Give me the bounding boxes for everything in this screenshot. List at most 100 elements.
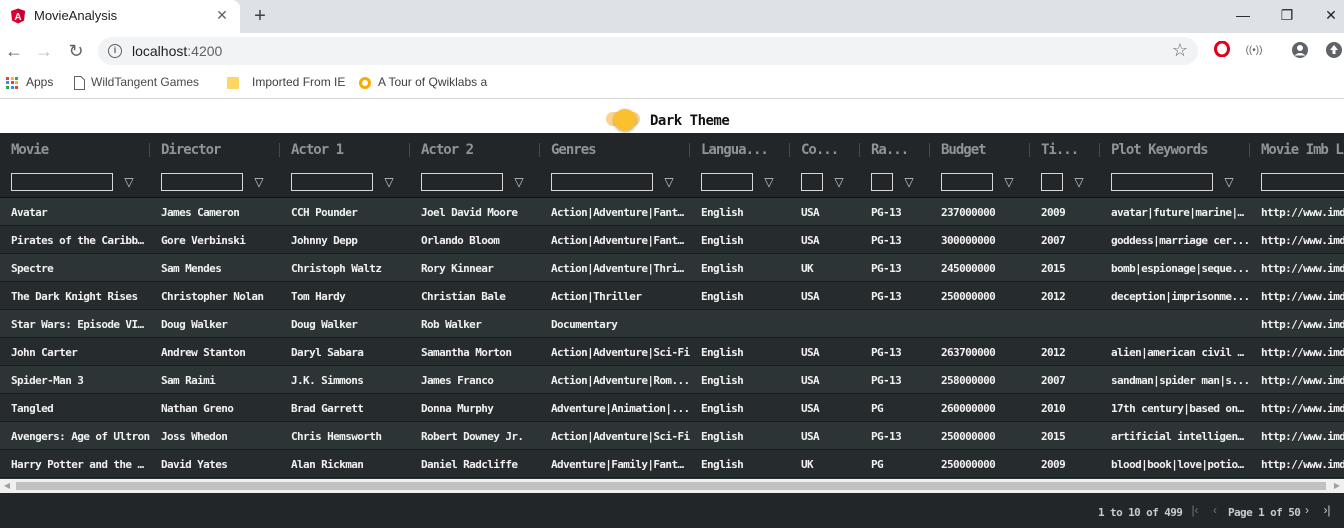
table-cell-genres[interactable]: Action|Adventure|Sci-Fi xyxy=(540,422,690,450)
table-cell-movie-imb-li[interactable]: http://www.imd xyxy=(1250,366,1344,394)
filter-icon[interactable]: ▽ xyxy=(512,173,526,191)
table-cell-langua[interactable]: English xyxy=(690,366,790,394)
column-resize-handle[interactable] xyxy=(929,143,930,157)
forward-button[interactable]: → xyxy=(32,39,56,63)
scrollbar-thumb[interactable] xyxy=(16,482,1326,490)
table-cell-genres[interactable]: Adventure|Animation|... xyxy=(540,394,690,422)
column-header-budget[interactable]: Budget xyxy=(930,133,1030,166)
column-header-langua[interactable]: Langua... xyxy=(690,133,790,166)
table-cell-langua[interactable]: English xyxy=(690,198,790,226)
table-cell-ti[interactable] xyxy=(1030,310,1100,338)
table-cell-director[interactable]: Christopher Nolan xyxy=(150,282,280,310)
table-cell-actor-1[interactable]: Alan Rickman xyxy=(280,450,410,478)
column-header-ra[interactable]: Ra... xyxy=(860,133,930,166)
table-cell-actor-2[interactable]: Christian Bale xyxy=(410,282,540,310)
table-cell-director[interactable]: Andrew Stanton xyxy=(150,338,280,366)
filter-icon[interactable]: ▽ xyxy=(1072,173,1086,191)
bookmark-star-icon[interactable]: ☆ xyxy=(1172,40,1188,61)
table-cell-budget[interactable]: 237000000 xyxy=(930,198,1030,226)
table-cell-ra[interactable]: PG xyxy=(860,394,930,422)
column-header-plot-keywords[interactable]: Plot Keywords xyxy=(1100,133,1250,166)
table-cell-movie-imb-li[interactable]: http://www.imd xyxy=(1250,394,1344,422)
table-cell-ra[interactable]: PG xyxy=(860,450,930,478)
filter-input[interactable] xyxy=(161,173,243,191)
table-cell-director[interactable]: Gore Verbinski xyxy=(150,226,280,254)
horizontal-scrollbar[interactable]: ◀ ▶ xyxy=(0,479,1344,493)
table-cell-movie-imb-li[interactable]: http://www.imd xyxy=(1250,282,1344,310)
table-cell-ra[interactable]: PG-13 xyxy=(860,422,930,450)
table-cell-movie-imb-li[interactable]: http://www.imd xyxy=(1250,450,1344,478)
column-header-co[interactable]: Co... xyxy=(790,133,860,166)
column-header-actor-2[interactable]: Actor 2 xyxy=(410,133,540,166)
table-cell-director[interactable]: James Cameron xyxy=(150,198,280,226)
table-cell-movie[interactable]: Avengers: Age of Ultron xyxy=(0,422,150,450)
table-cell-plot-keywords[interactable]: avatar|future|marine|... xyxy=(1100,198,1250,226)
table-cell-actor-2[interactable]: Donna Murphy xyxy=(410,394,540,422)
table-cell-plot-keywords[interactable]: deception|imprisonme... xyxy=(1100,282,1250,310)
filter-icon[interactable]: ▽ xyxy=(122,173,136,191)
table-cell-genres[interactable]: Action|Adventure|Fant... xyxy=(540,226,690,254)
table-cell-ti[interactable]: 2010 xyxy=(1030,394,1100,422)
table-cell-ti[interactable]: 2009 xyxy=(1030,198,1100,226)
table-cell-ra[interactable]: PG-13 xyxy=(860,254,930,282)
table-cell-co[interactable]: USA xyxy=(790,282,860,310)
table-cell-actor-1[interactable]: Doug Walker xyxy=(280,310,410,338)
column-resize-handle[interactable] xyxy=(279,143,280,157)
table-cell-plot-keywords[interactable]: 17th century|based on... xyxy=(1100,394,1250,422)
table-cell-movie-imb-li[interactable]: http://www.imd xyxy=(1250,198,1344,226)
column-resize-handle[interactable] xyxy=(149,143,150,157)
column-header-genres[interactable]: Genres xyxy=(540,133,690,166)
table-cell-ra[interactable]: PG-13 xyxy=(860,338,930,366)
update-icon[interactable] xyxy=(1324,41,1344,61)
table-cell-genres[interactable]: Action|Thriller xyxy=(540,282,690,310)
filter-icon[interactable]: ▽ xyxy=(662,173,676,191)
table-cell-plot-keywords[interactable]: goddess|marriage cer... xyxy=(1100,226,1250,254)
close-tab-icon[interactable]: ✕ xyxy=(214,6,230,24)
table-cell-genres[interactable]: Action|Adventure|Rom... xyxy=(540,366,690,394)
table-row[interactable]: Avengers: Age of Ultron Joss Whedon Chris … xyxy=(0,422,1344,450)
restore-window-button[interactable]: ❐ xyxy=(1272,4,1302,26)
filter-icon[interactable]: ▽ xyxy=(252,173,266,191)
table-cell-ra[interactable] xyxy=(860,310,930,338)
url-text[interactable]: localhost:4200 xyxy=(132,43,222,59)
filter-icon[interactable]: ▽ xyxy=(762,173,776,191)
filter-input[interactable] xyxy=(1261,173,1344,191)
table-cell-movie-imb-li[interactable]: http://www.imd xyxy=(1250,338,1344,366)
table-cell-plot-keywords[interactable]: bomb|espionage|seque... xyxy=(1100,254,1250,282)
table-cell-genres[interactable]: Action|Adventure|Thril... xyxy=(540,254,690,282)
table-cell-plot-keywords[interactable]: artificial intelligence|... xyxy=(1100,422,1250,450)
table-cell-genres[interactable]: Action|Adventure|Sci-Fi xyxy=(540,338,690,366)
filter-input[interactable] xyxy=(1111,173,1213,191)
table-cell-actor-1[interactable]: Chris Hemsworth xyxy=(280,422,410,450)
table-cell-movie[interactable]: John Carter xyxy=(0,338,150,366)
table-cell-movie[interactable]: Harry Potter and the ... xyxy=(0,450,150,478)
table-row[interactable]: The Dark Knight Rises Christopher Nolan To… xyxy=(0,282,1344,310)
table-cell-movie-imb-li[interactable]: http://www.imd xyxy=(1250,226,1344,254)
column-header-ti[interactable]: Ti... xyxy=(1030,133,1100,166)
column-resize-handle[interactable] xyxy=(1099,143,1100,157)
browser-tab[interactable]: A MovieAnalysis ✕ xyxy=(0,0,240,33)
close-window-button[interactable]: ✕ xyxy=(1316,4,1344,26)
table-cell-actor-2[interactable]: James Franco xyxy=(410,366,540,394)
table-cell-plot-keywords[interactable]: blood|book|love|potion... xyxy=(1100,450,1250,478)
table-cell-movie[interactable]: The Dark Knight Rises xyxy=(0,282,150,310)
table-cell-movie-imb-li[interactable]: http://www.imd xyxy=(1250,254,1344,282)
table-cell-co[interactable]: USA xyxy=(790,394,860,422)
table-cell-director[interactable]: Joss Whedon xyxy=(150,422,280,450)
table-cell-ra[interactable]: PG-13 xyxy=(860,226,930,254)
table-cell-actor-1[interactable]: Daryl Sabara xyxy=(280,338,410,366)
table-cell-actor-2[interactable]: Rory Kinnear xyxy=(410,254,540,282)
filter-input[interactable] xyxy=(941,173,993,191)
last-page-icon[interactable]: ›| xyxy=(1320,503,1334,517)
table-cell-ti[interactable]: 2007 xyxy=(1030,366,1100,394)
table-cell-actor-1[interactable]: Tom Hardy xyxy=(280,282,410,310)
table-cell-budget[interactable]: 300000000 xyxy=(930,226,1030,254)
table-cell-ti[interactable]: 2015 xyxy=(1030,254,1100,282)
column-header-movie-imb-li[interactable]: Movie Imb Li xyxy=(1250,133,1344,166)
bookmark-wildtangent[interactable]: WildTangent Games xyxy=(74,75,206,90)
column-header-movie[interactable]: Movie xyxy=(0,133,150,166)
extension-icon[interactable]: ((•)) xyxy=(1244,41,1264,61)
table-cell-movie-imb-li[interactable]: http://www.imd xyxy=(1250,310,1344,338)
table-cell-plot-keywords[interactable]: alien|american civil w... xyxy=(1100,338,1250,366)
column-header-director[interactable]: Director xyxy=(150,133,280,166)
